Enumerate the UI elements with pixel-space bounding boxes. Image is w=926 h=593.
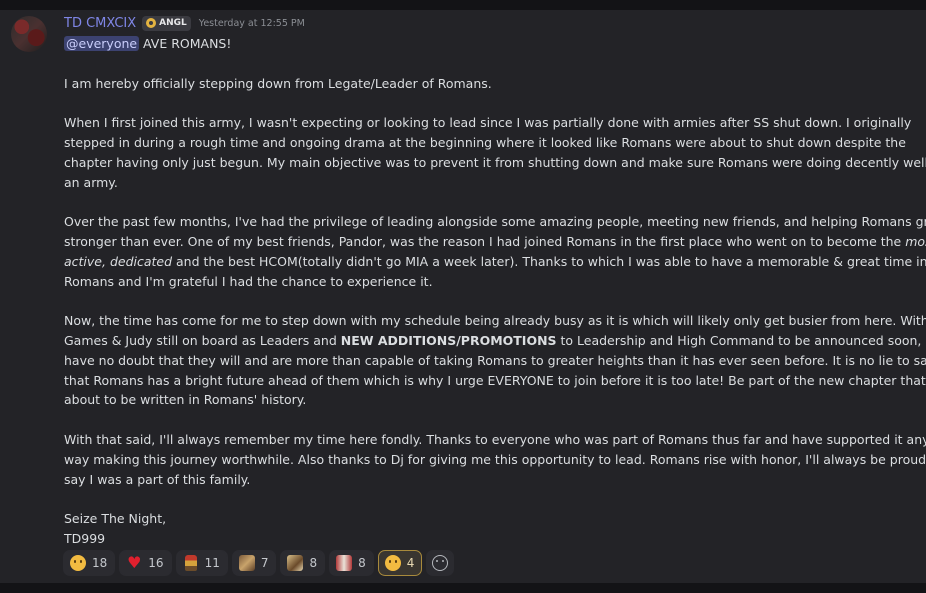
reaction-disappointed-active[interactable]: 4 [377, 550, 423, 576]
add-reaction-button[interactable] [426, 550, 455, 576]
guild-tag[interactable]: ANGL [142, 15, 191, 31]
reaction-bar: 18 ♥ 16 11 7 8 8 4 [63, 550, 455, 576]
message-line: that Romans has a bright future ahead of… [64, 372, 926, 388]
message-line: Seize The Night, [64, 511, 167, 527]
bottom-divider [0, 583, 926, 593]
message-text: Games & Judy still on board as Leaders a… [64, 332, 341, 348]
chat-message[interactable]: TD CMXCIX ANGL Yesterday at 12:55 PM @ev… [0, 10, 926, 583]
custom-emoji-icon [336, 555, 353, 571]
message-line: @everyone AVE ROMANS! [64, 34, 914, 54]
avatar[interactable] [11, 16, 47, 52]
guild-tag-label: ANGL [159, 18, 187, 28]
message-text: AVE ROMANS! [139, 36, 232, 51]
top-divider [0, 0, 926, 10]
roman-soldier-icon [184, 555, 197, 571]
reaction-count: 7 [260, 556, 269, 570]
message-line: When I first joined this army, I wasn't … [64, 115, 912, 131]
reaction-count: 8 [358, 556, 366, 570]
message-text: to Leadership and High Command to be ann… [556, 332, 926, 348]
message-line: Now, the time has come for me to step do… [64, 313, 926, 329]
message-line: Games & Judy still on board as Leaders a… [64, 331, 926, 351]
reaction-soldier[interactable]: 11 [175, 550, 228, 576]
reaction-count: 18 [92, 556, 108, 570]
message-line: TD999 [64, 530, 106, 546]
timestamp[interactable]: Yesterday at 12:55 PM [199, 18, 305, 29]
disappointed-face-icon [384, 555, 401, 571]
message-line: chapter having only just begun. My main … [64, 154, 926, 170]
reaction-count: 11 [204, 556, 220, 570]
add-reaction-icon [432, 555, 449, 571]
message-line: Over the past few months, I've had the p… [64, 214, 926, 230]
custom-emoji-icon [287, 555, 304, 571]
message-line: stronger than ever. One of my best frien… [64, 232, 926, 252]
custom-emoji-icon [238, 555, 255, 571]
message-line: I am hereby officially stepping down fro… [64, 75, 492, 91]
reaction-count: 4 [406, 556, 415, 570]
message-text: stronger than ever. One of my best frien… [64, 233, 906, 249]
bold-text: NEW ADDITIONS/PROMOTIONS [340, 332, 557, 348]
message-content: @everyone AVE ROMANS! I am hereby offici… [64, 34, 926, 549]
italic-text: most [905, 233, 926, 249]
everyone-mention[interactable]: @everyone [64, 36, 140, 51]
reaction-count: 16 [148, 556, 164, 570]
reaction-custom-2[interactable]: 8 [280, 550, 326, 576]
message-line: Romans and I'm grateful I had the chance… [64, 273, 433, 289]
message-text: and the best HCOM(totally didn't go MIA … [172, 253, 926, 269]
reaction-disappointed[interactable]: 18 [63, 550, 116, 576]
reaction-custom-3[interactable]: 8 [329, 550, 374, 576]
message-line: have no doubt that they will and are mor… [64, 352, 926, 368]
reaction-custom-1[interactable]: 7 [231, 550, 277, 576]
message-line: about to be written in Romans' history. [64, 392, 307, 408]
message-line: active, dedicated and the best HCOM(tota… [64, 252, 926, 272]
reaction-count: 8 [309, 556, 318, 570]
italic-text: active, dedicated [64, 253, 173, 269]
reaction-heart[interactable]: ♥ 16 [119, 550, 172, 576]
message-line: stepped in during a rough time and ongoi… [64, 134, 906, 150]
message-line: With that said, I'll always remember my … [64, 431, 926, 447]
author-name[interactable]: TD CMXCIX [64, 16, 136, 31]
disappointed-face-icon [70, 555, 86, 571]
message-header: TD CMXCIX ANGL Yesterday at 12:55 PM [64, 15, 305, 31]
message-line: way making this journey worthwhile. Also… [64, 451, 926, 467]
message-line: say I was a part of this family. [64, 471, 251, 487]
red-heart-icon: ♥ [127, 553, 142, 572]
message-line: an army. [64, 174, 118, 190]
guild-tag-icon [146, 18, 157, 28]
